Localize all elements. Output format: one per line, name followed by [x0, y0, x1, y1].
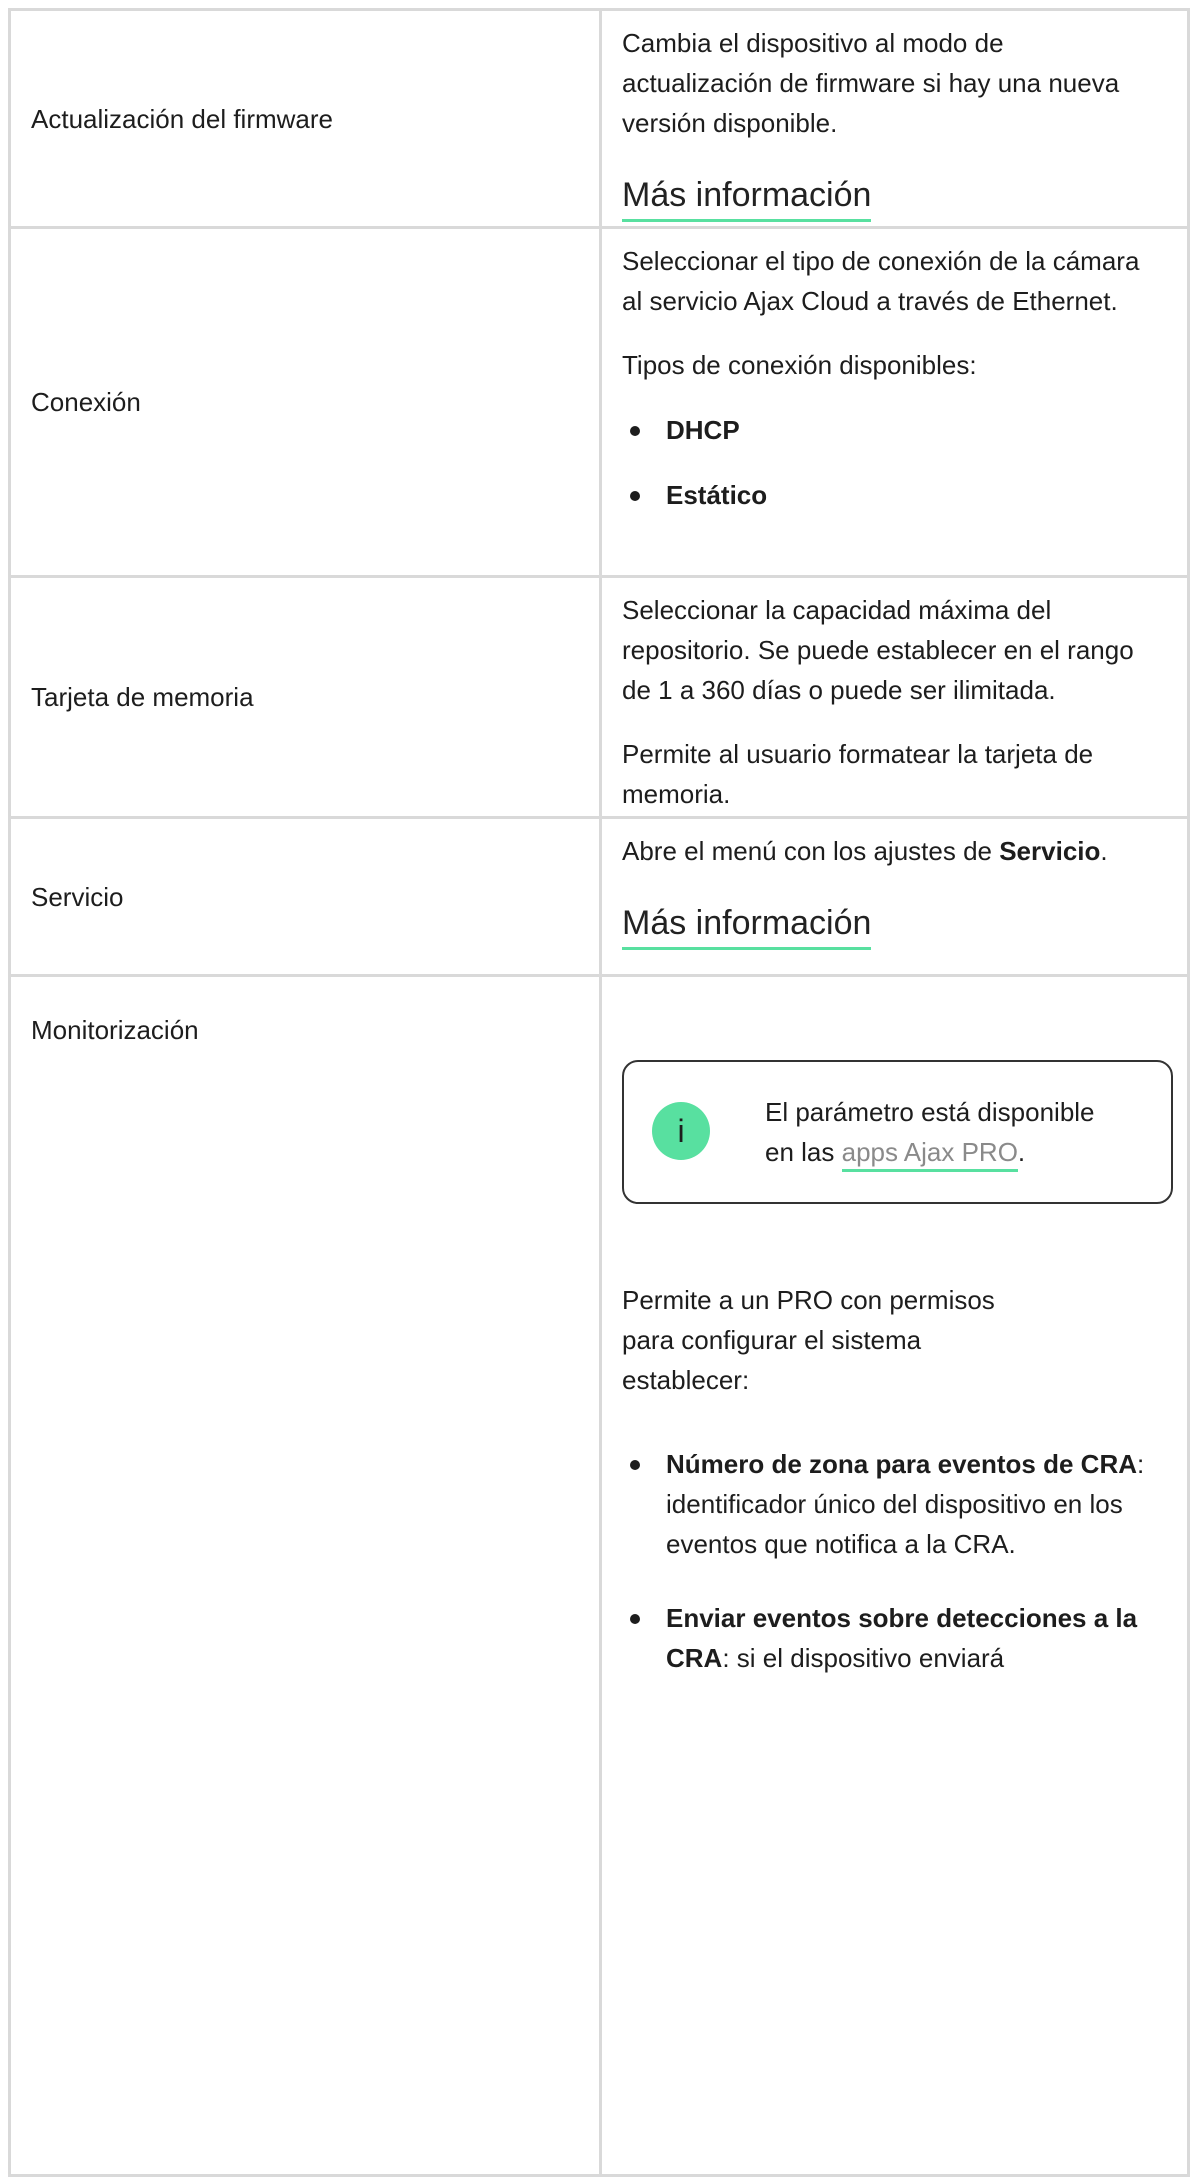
- row-label-cell: Tarjeta de memoria: [11, 578, 602, 816]
- table-row-monitoring: Monitorización i El parámetro está dispo…: [11, 977, 1187, 2177]
- row-label-cell: Conexión: [11, 229, 602, 575]
- list-item: Enviar eventos sobre detecciones a la CR…: [622, 1598, 1162, 1678]
- table-row-firmware: Actualización del firmware Cambia el dis…: [11, 11, 1187, 229]
- table-row-memory-card: Tarjeta de memoria Seleccionar la capaci…: [11, 578, 1187, 819]
- row-label: Servicio: [31, 881, 124, 912]
- connection-type-list: DHCP Estático: [622, 410, 1157, 515]
- row-label: Conexión: [31, 387, 141, 417]
- row-description: Seleccionar la capacidad máxima del repo…: [622, 595, 1134, 705]
- list-item: Estático: [622, 475, 1157, 515]
- row-label-cell: Servicio: [11, 819, 602, 974]
- more-info-link[interactable]: Más información: [622, 901, 872, 950]
- row-description-secondary: Permite al usuario formatear la tarjeta …: [622, 739, 1094, 809]
- row-description-cell: i El parámetro está disponible en las ap…: [602, 977, 1187, 2174]
- table-row-connection: Conexión Seleccionar el tipo de conexión…: [11, 229, 1187, 578]
- settings-table: Actualización del firmware Cambia el dis…: [8, 8, 1190, 2177]
- apps-ajax-pro-link[interactable]: apps Ajax PRO: [841, 1137, 1018, 1172]
- info-note: i El parámetro está disponible en las ap…: [622, 1060, 1173, 1204]
- info-icon: i: [652, 1102, 710, 1160]
- row-label: Monitorización: [31, 1015, 199, 1045]
- table-row-service: Servicio Abre el menú con los ajustes de…: [11, 819, 1187, 977]
- row-description: Seleccionar el tipo de conexión de la cá…: [622, 246, 1140, 316]
- row-description: Permite a un PRO con permisos para confi…: [622, 1285, 995, 1395]
- row-description-cell: Cambia el dispositivo al modo de actuali…: [602, 11, 1187, 226]
- row-label: Actualización del firmware: [31, 103, 334, 134]
- row-description-secondary: Tipos de conexión disponibles:: [622, 350, 977, 380]
- info-note-text: El parámetro está disponible en las apps…: [765, 1092, 1125, 1172]
- more-info-link[interactable]: Más información: [622, 173, 872, 222]
- row-description-cell: Seleccionar el tipo de conexión de la cá…: [602, 229, 1187, 575]
- row-label: Tarjeta de memoria: [31, 682, 254, 712]
- row-description-cell: Abre el menú con los ajustes de Servicio…: [602, 819, 1187, 974]
- list-item: Número de zona para eventos de CRA: iden…: [622, 1444, 1162, 1564]
- row-description: Cambia el dispositivo al modo de actuali…: [622, 28, 1120, 138]
- row-description: Abre el menú con los ajustes de Servicio…: [622, 836, 1108, 866]
- row-label-cell: Actualización del firmware: [11, 11, 602, 226]
- row-description-cell: Seleccionar la capacidad máxima del repo…: [602, 578, 1187, 816]
- monitoring-settings-list: Número de zona para eventos de CRA: iden…: [622, 1444, 1162, 1678]
- row-label-cell: Monitorización: [11, 977, 602, 2174]
- list-item: DHCP: [622, 410, 1157, 450]
